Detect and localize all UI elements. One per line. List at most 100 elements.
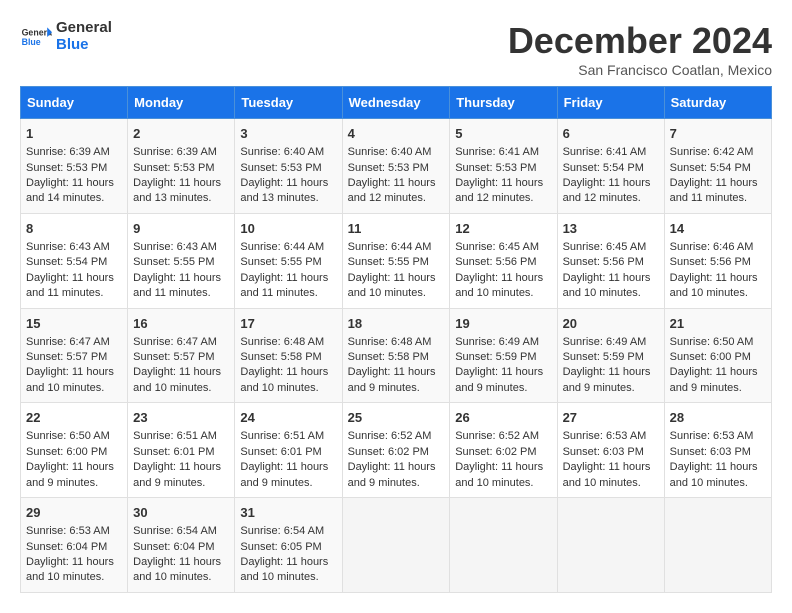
day-number: 15 [26,315,122,333]
calendar-cell: 26Sunrise: 6:52 AMSunset: 6:02 PMDayligh… [450,403,557,498]
calendar-cell: 2Sunrise: 6:39 AMSunset: 5:53 PMDaylight… [128,119,235,214]
calendar-cell: 31Sunrise: 6:54 AMSunset: 6:05 PMDayligh… [235,498,342,593]
day-number: 18 [348,315,445,333]
sunrise-text: Sunrise: 6:41 AM [455,146,539,158]
daylight-text: Daylight: 11 hours and 13 minutes. [240,177,328,204]
daylight-text: Daylight: 11 hours and 13 minutes. [133,177,221,204]
sunrise-text: Sunrise: 6:49 AM [563,336,647,348]
sunset-text: Sunset: 5:55 PM [240,256,321,268]
svg-text:Blue: Blue [22,37,41,47]
day-of-week-header: Wednesday [342,87,450,119]
sunrise-text: Sunrise: 6:43 AM [133,241,217,253]
sunrise-text: Sunrise: 6:54 AM [133,525,217,537]
day-number: 4 [348,125,445,143]
calendar-cell: 24Sunrise: 6:51 AMSunset: 6:01 PMDayligh… [235,403,342,498]
daylight-text: Daylight: 11 hours and 12 minutes. [348,177,436,204]
sunset-text: Sunset: 5:59 PM [563,351,644,363]
calendar-cell: 12Sunrise: 6:45 AMSunset: 5:56 PMDayligh… [450,213,557,308]
day-number: 26 [455,409,551,427]
day-number: 10 [240,220,336,238]
day-number: 8 [26,220,122,238]
daylight-text: Daylight: 11 hours and 9 minutes. [26,461,114,488]
page-header: General Blue General Blue December 2024 … [20,20,772,78]
sunset-text: Sunset: 5:56 PM [455,256,536,268]
daylight-text: Daylight: 11 hours and 9 minutes. [455,366,543,393]
sunrise-text: Sunrise: 6:44 AM [240,241,324,253]
calendar-cell: 14Sunrise: 6:46 AMSunset: 5:56 PMDayligh… [664,213,771,308]
sunrise-text: Sunrise: 6:51 AM [133,430,217,442]
day-number: 11 [348,220,445,238]
logo-icon: General Blue [20,21,52,53]
day-number: 24 [240,409,336,427]
calendar-cell: 7Sunrise: 6:42 AMSunset: 5:54 PMDaylight… [664,119,771,214]
day-number: 30 [133,504,229,522]
day-number: 29 [26,504,122,522]
daylight-text: Daylight: 11 hours and 9 minutes. [348,366,436,393]
day-number: 1 [26,125,122,143]
daylight-text: Daylight: 11 hours and 9 minutes. [670,366,758,393]
sunset-text: Sunset: 5:56 PM [670,256,751,268]
calendar-week-row: 29Sunrise: 6:53 AMSunset: 6:04 PMDayligh… [21,498,772,593]
sunset-text: Sunset: 6:04 PM [133,541,214,553]
day-number: 21 [670,315,766,333]
calendar-cell: 11 Sunrise: 6:44 AM Sunset: 5:55 PM Dayligh… [342,213,450,308]
sunrise-text: Sunrise: 6:48 AM [240,336,324,348]
sunset-text: Sunset: 6:00 PM [26,446,107,458]
sunset-text: Sunset: 5:59 PM [455,351,536,363]
sunrise-text: Sunrise: 6:39 AM [133,146,217,158]
daylight-text: Daylight: 11 hours and 10 minutes. [240,556,328,583]
day-of-week-header: Friday [557,87,664,119]
sunset-text: Sunset: 5:54 PM [670,162,751,174]
day-number: 13 [563,220,659,238]
calendar-cell: 19Sunrise: 6:49 AMSunset: 5:59 PMDayligh… [450,308,557,403]
day-number: 25 [348,409,445,427]
day-number: 16 [133,315,229,333]
sunset-text: Sunset: 6:02 PM [455,446,536,458]
sunrise-text: Sunrise: 6:40 AM [348,146,432,158]
calendar-cell: 30 Sunrise: 6:54 AM Sunset: 6:04 PM Dayligh… [128,498,235,593]
calendar-cell: 22Sunrise: 6:50 AMSunset: 6:00 PMDayligh… [21,403,128,498]
logo-general-text: General [56,20,112,37]
day-number: 23 [133,409,229,427]
sunrise-text: Sunrise: 6:52 AM [455,430,539,442]
daylight-text: Daylight: 11 hours and 11 minutes. [26,272,114,299]
calendar-cell: 6Sunrise: 6:41 AMSunset: 5:54 PMDaylight… [557,119,664,214]
daylight-text: Daylight: 11 hours and 12 minutes. [455,177,543,204]
daylight-text: Daylight: 11 hours and 10 minutes. [670,272,758,299]
sunrise-text: Sunrise: 6:51 AM [240,430,324,442]
sunset-text: Sunset: 5:55 PM [348,256,429,268]
daylight-text: Daylight: 11 hours and 12 minutes. [563,177,651,204]
day-number: 28 [670,409,766,427]
sunset-text: Sunset: 5:57 PM [133,351,214,363]
sunset-text: Sunset: 6:03 PM [670,446,751,458]
day-number: 20 [563,315,659,333]
sunset-text: Sunset: 5:55 PM [133,256,214,268]
daylight-text: Daylight: 11 hours and 10 minutes. [670,461,758,488]
daylight-text: Daylight: 11 hours and 10 minutes. [133,556,221,583]
sunrise-text: Sunrise: 6:44 AM [348,241,432,253]
daylight-text: Daylight: 11 hours and 9 minutes. [563,366,651,393]
calendar-week-row: 1 Sunrise: 6:39 AM Sunset: 5:53 PM Daylight… [21,119,772,214]
sunrise-text: Sunrise: 6:47 AM [133,336,217,348]
title-block: December 2024 San Francisco Coatlan, Mex… [508,20,772,78]
day-number: 17 [240,315,336,333]
sunrise-text: Sunrise: 6:52 AM [348,430,432,442]
calendar-cell: 21Sunrise: 6:50 AMSunset: 6:00 PMDayligh… [664,308,771,403]
calendar-cell: 3Sunrise: 6:40 AMSunset: 5:53 PMDaylight… [235,119,342,214]
sunset-text: Sunset: 5:58 PM [348,351,429,363]
sunrise-text: Sunrise: 6:40 AM [240,146,324,158]
location-text: San Francisco Coatlan, Mexico [508,62,772,78]
logo[interactable]: General Blue General Blue [20,20,112,53]
sunset-text: Sunset: 5:56 PM [563,256,644,268]
sunset-text: Sunset: 5:53 PM [455,162,536,174]
calendar-cell: 16Sunrise: 6:47 AMSunset: 5:57 PMDayligh… [128,308,235,403]
daylight-text: Daylight: 11 hours and 10 minutes. [240,366,328,393]
daylight-text: Daylight: 11 hours and 10 minutes. [348,272,436,299]
day-of-week-header: Tuesday [235,87,342,119]
sunrise-text: Sunrise: 6:45 AM [563,241,647,253]
calendar-cell [342,498,450,593]
calendar-cell: 20 Sunrise: 6:49 AM Sunset: 5:59 PM Dayligh… [557,308,664,403]
calendar-cell: 28Sunrise: 6:53 AMSunset: 6:03 PMDayligh… [664,403,771,498]
sunset-text: Sunset: 6:01 PM [133,446,214,458]
daylight-text: Daylight: 11 hours and 11 minutes. [240,272,328,299]
